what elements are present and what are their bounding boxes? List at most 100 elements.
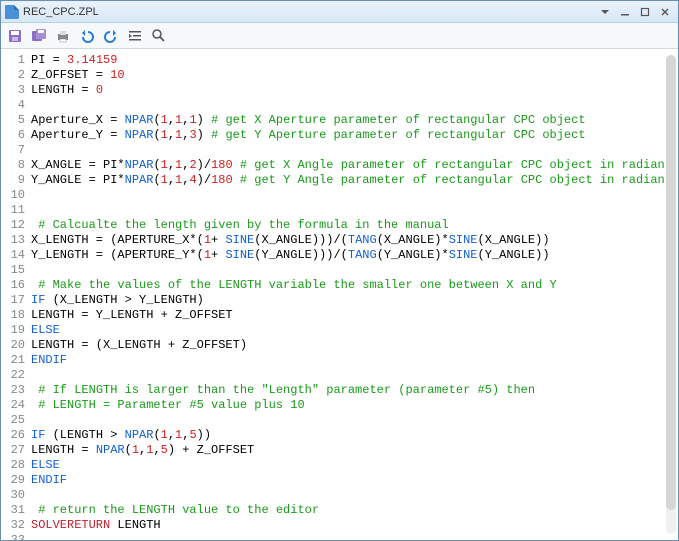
print-icon[interactable]: [53, 26, 73, 46]
code-content[interactable]: [31, 413, 678, 428]
code-content[interactable]: [31, 203, 678, 218]
line-number: 30: [1, 488, 31, 503]
code-line[interactable]: 5Aperture_X = NPAR(1,1,1) # get X Apertu…: [1, 113, 678, 128]
code-line[interactable]: 3LENGTH = 0: [1, 83, 678, 98]
code-content[interactable]: [31, 488, 678, 503]
code-content[interactable]: X_LENGTH = (APERTURE_X*(1+ SINE(X_ANGLE)…: [31, 233, 678, 248]
code-content[interactable]: IF (X_LENGTH > Y_LENGTH): [31, 293, 678, 308]
code-line[interactable]: 28ELSE: [1, 458, 678, 473]
code-line[interactable]: 30: [1, 488, 678, 503]
code-content[interactable]: ELSE: [31, 458, 678, 473]
code-line[interactable]: 1PI = 3.14159: [1, 53, 678, 68]
code-content[interactable]: [31, 188, 678, 203]
redo-icon[interactable]: [101, 26, 121, 46]
code-line[interactable]: 23 # If LENGTH is larger than the "Lengt…: [1, 383, 678, 398]
line-number: 25: [1, 413, 31, 428]
code-editor[interactable]: 1PI = 3.141592Z_OFFSET = 103LENGTH = 045…: [1, 49, 678, 540]
code-line[interactable]: 33: [1, 533, 678, 540]
code-content[interactable]: [31, 98, 678, 113]
code-line[interactable]: 21ENDIF: [1, 353, 678, 368]
line-number: 17: [1, 293, 31, 308]
code-content[interactable]: LENGTH = (X_LENGTH + Z_OFFSET): [31, 338, 678, 353]
code-line[interactable]: 17IF (X_LENGTH > Y_LENGTH): [1, 293, 678, 308]
dropdown-button[interactable]: [596, 4, 614, 20]
code-content[interactable]: # If LENGTH is larger than the "Length" …: [31, 383, 678, 398]
code-content[interactable]: ENDIF: [31, 473, 678, 488]
code-content[interactable]: ENDIF: [31, 353, 678, 368]
line-number: 9: [1, 173, 31, 188]
code-content[interactable]: Aperture_X = NPAR(1,1,1) # get X Apertur…: [31, 113, 678, 128]
indent-icon[interactable]: [125, 26, 145, 46]
maximize-button[interactable]: [636, 4, 654, 20]
code-content[interactable]: # Calcualte the length given by the form…: [31, 218, 678, 233]
code-content[interactable]: # Make the values of the LENGTH variable…: [31, 278, 678, 293]
undo-icon[interactable]: [77, 26, 97, 46]
code-line[interactable]: 25: [1, 413, 678, 428]
code-line[interactable]: 7: [1, 143, 678, 158]
line-number: 24: [1, 398, 31, 413]
code-line[interactable]: 29ENDIF: [1, 473, 678, 488]
code-content[interactable]: SOLVERETURN LENGTH: [31, 518, 678, 533]
code-line[interactable]: 11: [1, 203, 678, 218]
line-number: 8: [1, 158, 31, 173]
code-line[interactable]: 22: [1, 368, 678, 383]
line-number: 11: [1, 203, 31, 218]
code-line[interactable]: 9Y_ANGLE = PI*NPAR(1,1,4)/180 # get Y An…: [1, 173, 678, 188]
code-line[interactable]: 19ELSE: [1, 323, 678, 338]
code-content[interactable]: ELSE: [31, 323, 678, 338]
line-number: 14: [1, 248, 31, 263]
code-line[interactable]: 32SOLVERETURN LENGTH: [1, 518, 678, 533]
code-line[interactable]: 6Aperture_Y = NPAR(1,1,3) # get Y Apertu…: [1, 128, 678, 143]
window-title: REC_CPC.ZPL: [23, 6, 594, 18]
code-content[interactable]: [31, 263, 678, 278]
code-content[interactable]: Z_OFFSET = 10: [31, 68, 678, 83]
save-as-icon[interactable]: [29, 26, 49, 46]
line-number: 26: [1, 428, 31, 443]
code-content[interactable]: # return the LENGTH value to the editor: [31, 503, 678, 518]
code-line[interactable]: 2Z_OFFSET = 10: [1, 68, 678, 83]
code-line[interactable]: 24 # LENGTH = Parameter #5 value plus 10: [1, 398, 678, 413]
code-content[interactable]: LENGTH = Y_LENGTH + Z_OFFSET: [31, 308, 678, 323]
code-content[interactable]: [31, 533, 678, 540]
code-line[interactable]: 14Y_LENGTH = (APERTURE_Y*(1+ SINE(Y_ANGL…: [1, 248, 678, 263]
code-line[interactable]: 13X_LENGTH = (APERTURE_X*(1+ SINE(X_ANGL…: [1, 233, 678, 248]
code-content[interactable]: Y_ANGLE = PI*NPAR(1,1,4)/180 # get Y Ang…: [31, 173, 678, 188]
code-line[interactable]: 20LENGTH = (X_LENGTH + Z_OFFSET): [1, 338, 678, 353]
code-content[interactable]: [31, 368, 678, 383]
code-line[interactable]: 10: [1, 188, 678, 203]
line-number: 20: [1, 338, 31, 353]
code-line[interactable]: 4: [1, 98, 678, 113]
line-number: 18: [1, 308, 31, 323]
line-number: 19: [1, 323, 31, 338]
code-line[interactable]: 27LENGTH = NPAR(1,1,5) + Z_OFFSET: [1, 443, 678, 458]
code-line[interactable]: 8X_ANGLE = PI*NPAR(1,1,2)/180 # get X An…: [1, 158, 678, 173]
scrollbar-thumb[interactable]: [666, 55, 676, 510]
code-content[interactable]: PI = 3.14159: [31, 53, 678, 68]
code-content[interactable]: [31, 143, 678, 158]
code-content[interactable]: X_ANGLE = PI*NPAR(1,1,2)/180 # get X Ang…: [31, 158, 678, 173]
window: REC_CPC.ZPL: [0, 0, 679, 541]
vertical-scrollbar[interactable]: [666, 55, 676, 534]
code-content[interactable]: IF (LENGTH > NPAR(1,1,5)): [31, 428, 678, 443]
code-line[interactable]: 12 # Calcualte the length given by the f…: [1, 218, 678, 233]
close-button[interactable]: [656, 4, 674, 20]
line-number: 3: [1, 83, 31, 98]
minimize-button[interactable]: [616, 4, 634, 20]
code-line[interactable]: 15: [1, 263, 678, 278]
line-number: 4: [1, 98, 31, 113]
line-number: 27: [1, 443, 31, 458]
save-icon[interactable]: [5, 26, 25, 46]
code-line[interactable]: 18LENGTH = Y_LENGTH + Z_OFFSET: [1, 308, 678, 323]
code-line[interactable]: 26IF (LENGTH > NPAR(1,1,5)): [1, 428, 678, 443]
line-number: 31: [1, 503, 31, 518]
code-line[interactable]: 31 # return the LENGTH value to the edit…: [1, 503, 678, 518]
find-icon[interactable]: [149, 26, 169, 46]
code-content[interactable]: LENGTH = 0: [31, 83, 678, 98]
code-content[interactable]: Y_LENGTH = (APERTURE_Y*(1+ SINE(Y_ANGLE)…: [31, 248, 678, 263]
code-content[interactable]: Aperture_Y = NPAR(1,1,3) # get Y Apertur…: [31, 128, 678, 143]
code-content[interactable]: # LENGTH = Parameter #5 value plus 10: [31, 398, 678, 413]
code-line[interactable]: 16 # Make the values of the LENGTH varia…: [1, 278, 678, 293]
line-number: 16: [1, 278, 31, 293]
code-content[interactable]: LENGTH = NPAR(1,1,5) + Z_OFFSET: [31, 443, 678, 458]
line-number: 21: [1, 353, 31, 368]
